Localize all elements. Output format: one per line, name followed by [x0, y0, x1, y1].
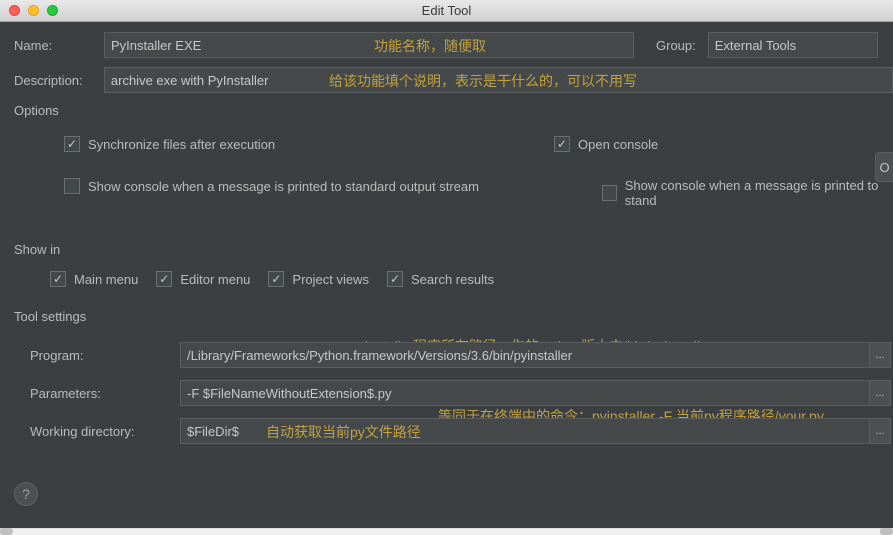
show-in-heading: Show in — [14, 242, 893, 257]
parameters-label: Parameters: — [30, 386, 180, 401]
synchronize-label: Synchronize files after execution — [88, 137, 275, 152]
description-field[interactable] — [104, 67, 893, 93]
editor-menu-label: Editor menu — [180, 272, 250, 287]
horizontal-scrollbar[interactable] — [0, 528, 893, 535]
output-filters-button[interactable]: O — [875, 152, 893, 182]
workdir-field[interactable] — [180, 418, 870, 444]
titlebar: Edit Tool — [0, 0, 893, 22]
parameters-field[interactable] — [180, 380, 870, 406]
stdout-checkbox[interactable]: Show console when a message is printed t… — [64, 178, 479, 194]
search-results-checkbox[interactable]: Search results — [387, 271, 494, 287]
open-console-label: Open console — [578, 137, 658, 152]
open-console-checkbox[interactable]: Open console — [554, 136, 658, 152]
checkbox-empty-icon — [602, 185, 617, 201]
help-button[interactable]: ? — [14, 482, 38, 506]
program-browse-button[interactable]: ... — [869, 342, 891, 368]
synchronize-checkbox[interactable]: Synchronize files after execution — [64, 136, 275, 152]
parameters-insert-button[interactable]: ... — [869, 380, 891, 406]
name-field[interactable] — [104, 32, 634, 58]
checkmark-icon — [387, 271, 403, 287]
search-results-label: Search results — [411, 272, 494, 287]
group-select[interactable]: External Tools — [708, 32, 878, 58]
project-views-checkbox[interactable]: Project views — [268, 271, 369, 287]
name-label: Name: — [14, 38, 104, 53]
options-heading: Options — [14, 103, 893, 118]
group-value: External Tools — [715, 38, 796, 53]
stderr-label: Show console when a message is printed t… — [625, 178, 893, 208]
workdir-label: Working directory: — [30, 424, 180, 439]
main-menu-checkbox[interactable]: Main menu — [50, 271, 138, 287]
checkmark-icon — [268, 271, 284, 287]
group-label: Group: — [656, 38, 696, 53]
checkbox-empty-icon — [64, 178, 80, 194]
program-label: Program: — [30, 348, 180, 363]
checkmark-icon — [64, 136, 80, 152]
stdout-label: Show console when a message is printed t… — [88, 179, 479, 194]
checkmark-icon — [156, 271, 172, 287]
editor-menu-checkbox[interactable]: Editor menu — [156, 271, 250, 287]
program-field[interactable] — [180, 342, 870, 368]
description-label: Description: — [14, 73, 104, 88]
window-title: Edit Tool — [0, 3, 893, 18]
workdir-browse-button[interactable]: ... — [869, 418, 891, 444]
edit-tool-dialog: Edit Tool Name: Group: External Tools 功能… — [0, 0, 893, 528]
checkmark-icon — [50, 271, 66, 287]
tool-settings-heading: Tool settings — [14, 309, 893, 324]
project-views-label: Project views — [292, 272, 369, 287]
stderr-checkbox[interactable]: Show console when a message is printed t… — [602, 178, 893, 208]
checkmark-icon — [554, 136, 570, 152]
main-menu-label: Main menu — [74, 272, 138, 287]
